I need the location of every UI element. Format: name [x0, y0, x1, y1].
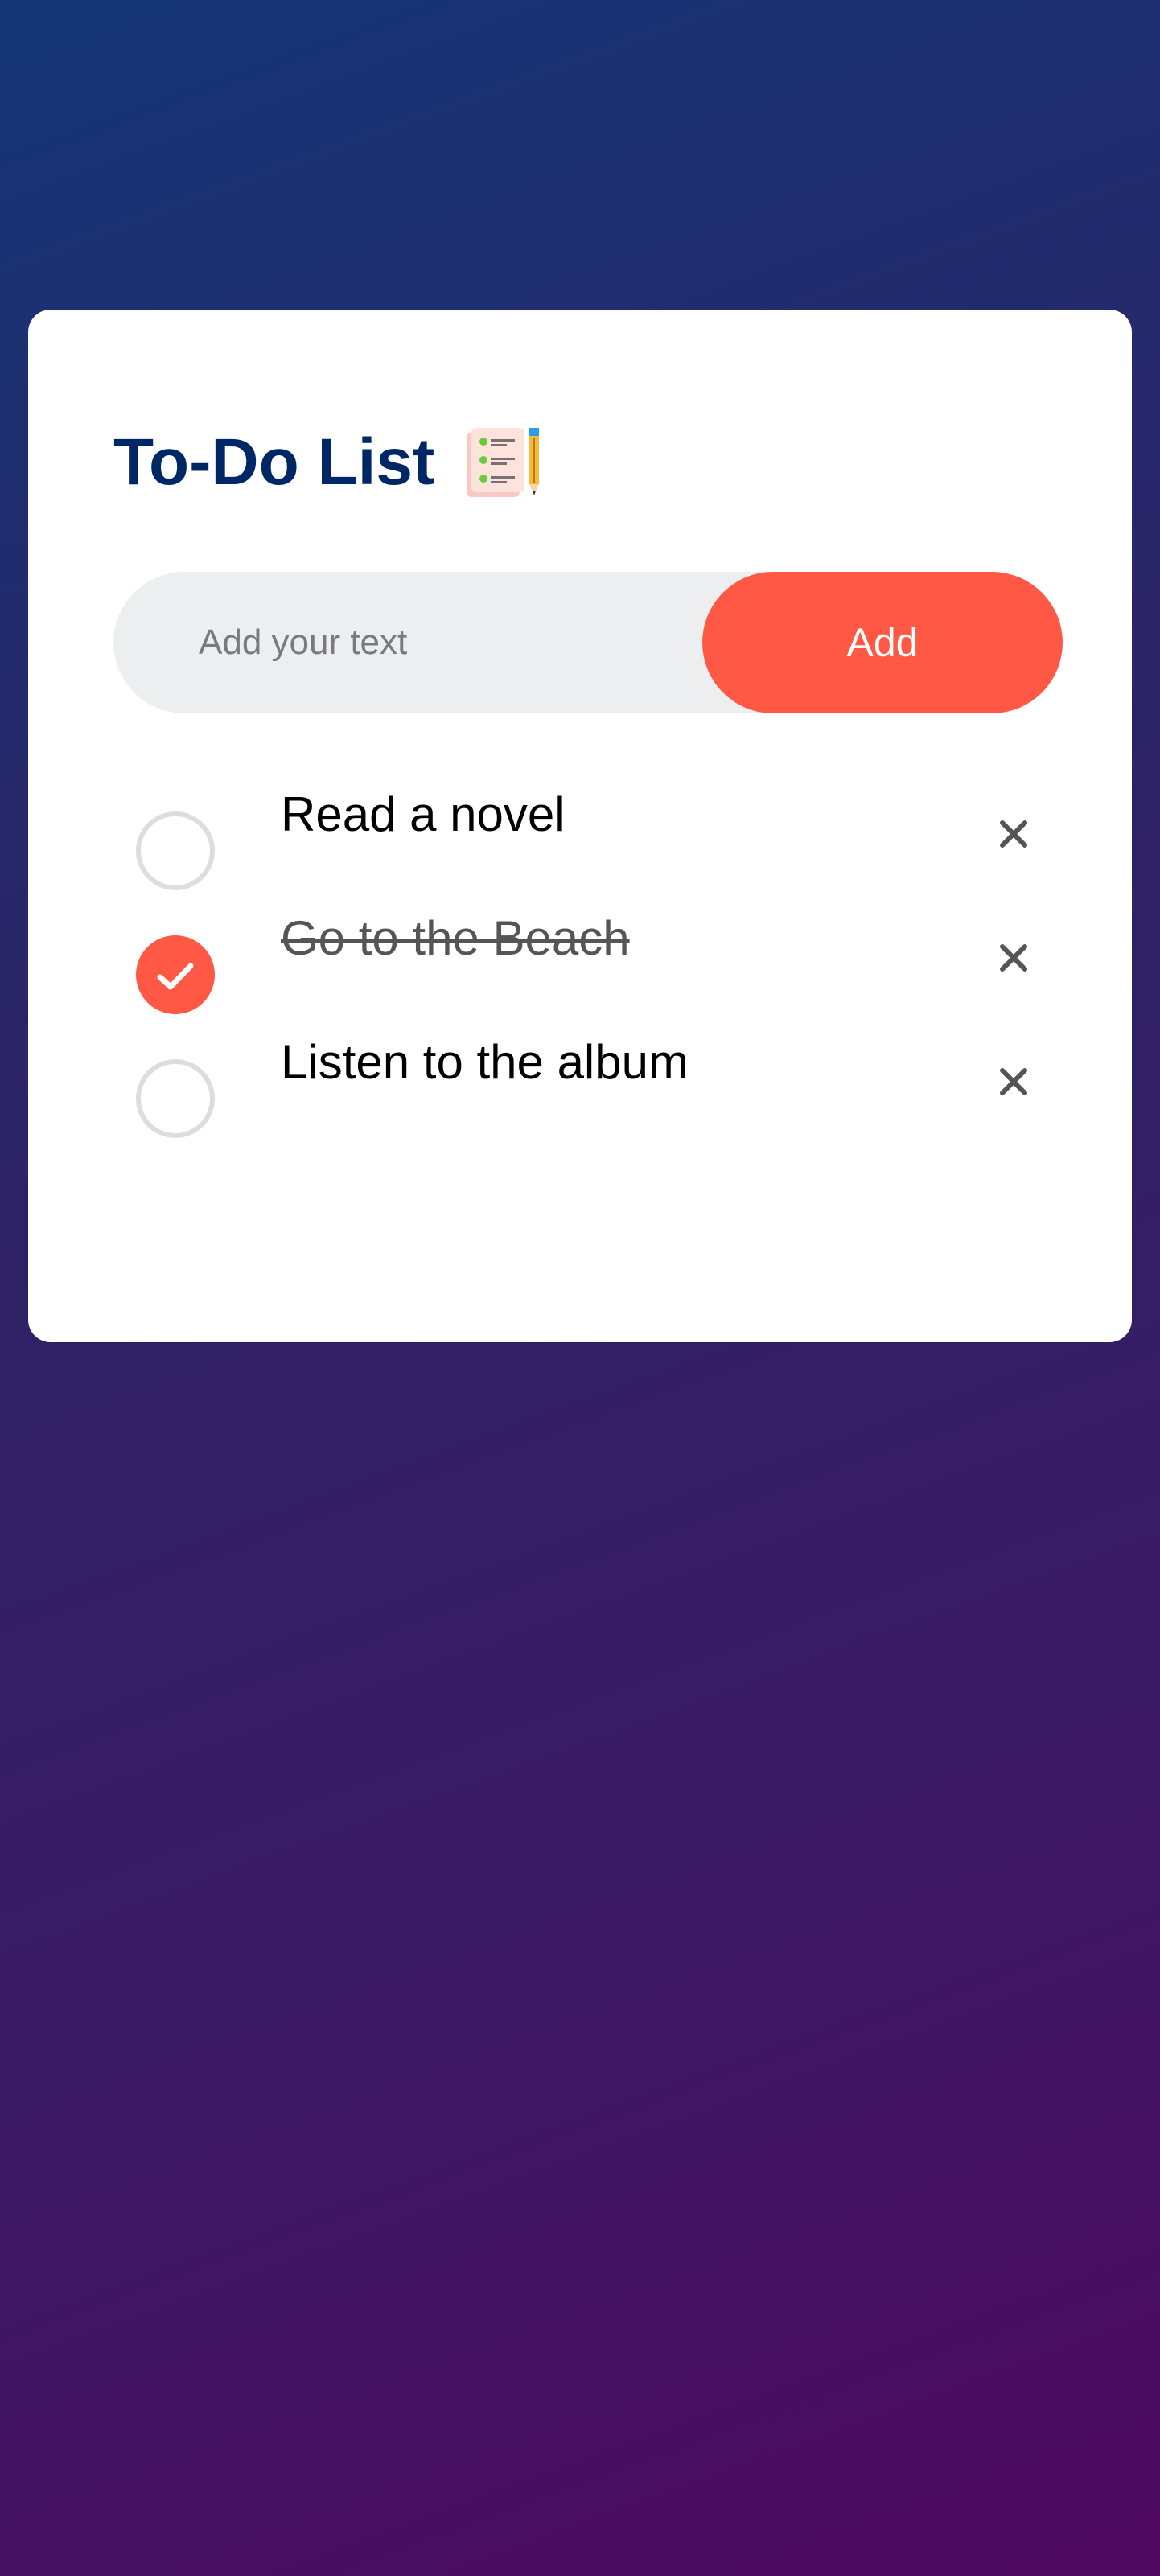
- todo-app-card: To-Do List Add your text Add Read a nove…: [28, 310, 1132, 1342]
- task-item[interactable]: Listen to the album: [113, 1038, 1061, 1162]
- checked-circle-icon[interactable]: [136, 935, 215, 1014]
- unchecked-circle-icon[interactable]: [136, 1059, 215, 1138]
- task-text[interactable]: Go to the Beach: [281, 914, 630, 963]
- task-input[interactable]: [113, 572, 702, 713]
- app-title: To-Do List: [113, 425, 435, 499]
- add-button[interactable]: Add: [702, 572, 1063, 713]
- task-item[interactable]: Read a novel: [113, 791, 1061, 914]
- task-text[interactable]: Read a novel: [281, 791, 566, 839]
- add-task-bar: Add: [113, 572, 1063, 713]
- notepad-pencil-icon: [463, 426, 542, 499]
- close-icon[interactable]: [994, 815, 1033, 853]
- header: To-Do List: [113, 422, 1061, 503]
- task-list: Read a novel Go to the Beach Listen to t…: [113, 791, 1061, 1162]
- close-icon[interactable]: [994, 1062, 1033, 1101]
- task-item[interactable]: Go to the Beach: [113, 914, 1061, 1038]
- close-icon[interactable]: [994, 939, 1033, 977]
- task-text[interactable]: Listen to the album: [281, 1038, 689, 1087]
- unchecked-circle-icon[interactable]: [136, 811, 215, 890]
